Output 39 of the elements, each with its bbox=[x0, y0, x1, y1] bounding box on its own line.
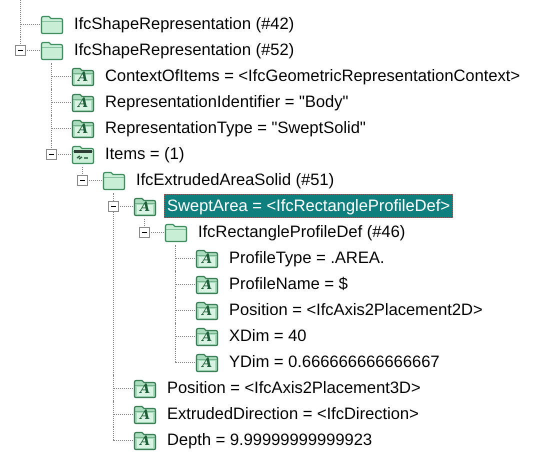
tree-item[interactable]: SweptArea = <IfcRectangleProfileDef> bbox=[164, 194, 453, 218]
tree-item[interactable]: IfcExtrudedAreaSolid (#51) bbox=[133, 168, 338, 192]
lettered-folder-icon: A bbox=[195, 352, 219, 372]
collapse-button[interactable] bbox=[108, 200, 119, 212]
tree-item[interactable]: Depth = 9.99999999999923 bbox=[164, 428, 376, 452]
tree-item[interactable]: Position = <IfcAxis2Placement3D> bbox=[164, 376, 424, 400]
folder-icon bbox=[40, 40, 64, 60]
tree-item[interactable]: XDim = 40 bbox=[226, 324, 310, 348]
tree-item[interactable]: YDim = 0.666666666666667 bbox=[226, 350, 443, 374]
folder-icon bbox=[164, 222, 188, 242]
tree-item[interactable]: IfcShapeRepresentation (#42) bbox=[71, 12, 298, 36]
folder-icon bbox=[102, 170, 126, 190]
tree-item[interactable]: ProfileName = $ bbox=[226, 272, 351, 296]
tree-item[interactable]: IfcRectangleProfileDef (#46) bbox=[195, 220, 408, 244]
tree-item[interactable]: ExtrudedDirection = <IfcDirection> bbox=[164, 402, 422, 426]
collapse-button[interactable] bbox=[139, 226, 150, 238]
tree-item[interactable]: ContextOfItems = <IfcGeometricRepresentationContext> bbox=[102, 64, 523, 88]
lettered-folder-icon: A bbox=[133, 378, 157, 398]
list-folder-icon bbox=[71, 144, 95, 164]
lettered-folder-icon: A bbox=[133, 404, 157, 424]
lettered-folder-icon: A bbox=[71, 66, 95, 86]
collapse-button[interactable] bbox=[15, 44, 26, 56]
tree-item[interactable]: Items = (1) bbox=[102, 142, 188, 166]
collapse-button[interactable] bbox=[77, 174, 88, 186]
lettered-folder-icon: A bbox=[71, 92, 95, 112]
tree-item[interactable]: RepresentationType = "SweptSolid" bbox=[102, 116, 369, 140]
collapse-button[interactable] bbox=[46, 148, 57, 160]
lettered-folder-icon: A bbox=[133, 430, 157, 450]
lettered-folder-icon: A bbox=[133, 196, 157, 216]
tree-item[interactable]: RepresentationIdentifier = "Body" bbox=[102, 90, 352, 114]
tree-item[interactable]: Position = <IfcAxis2Placement2D> bbox=[226, 298, 486, 322]
lettered-folder-icon: A bbox=[195, 248, 219, 268]
lettered-folder-icon: A bbox=[195, 274, 219, 294]
tree-item[interactable]: IfcShapeRepresentation (#52) bbox=[71, 38, 298, 62]
lettered-folder-icon: A bbox=[195, 300, 219, 320]
folder-icon bbox=[40, 14, 64, 34]
lettered-folder-icon: A bbox=[195, 326, 219, 346]
lettered-folder-icon: A bbox=[71, 118, 95, 138]
tree-item[interactable]: ProfileType = .AREA. bbox=[226, 246, 388, 270]
